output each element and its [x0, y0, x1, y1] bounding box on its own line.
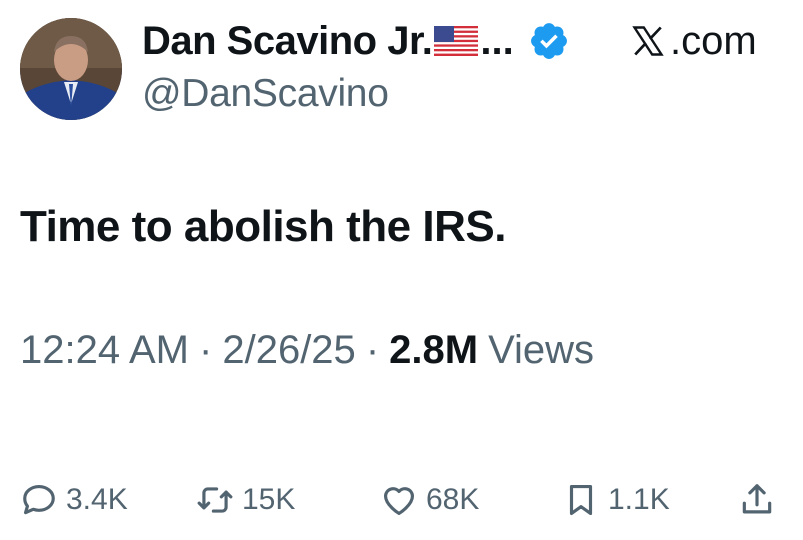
like-button[interactable]: 68K [380, 474, 479, 526]
x-brand: .com [630, 14, 757, 68]
tweet-date[interactable]: 2/26/25 [222, 328, 355, 373]
action-bar: 3.4K 15K 68K 1.1K [0, 474, 803, 526]
brand-domain: .com [670, 18, 757, 63]
share-icon [742, 484, 772, 514]
like-count: 68K [426, 483, 480, 516]
repost-icon [197, 487, 233, 513]
avatar-photo [20, 18, 122, 120]
avatar[interactable] [20, 18, 122, 120]
verified-badge-icon[interactable] [528, 20, 570, 62]
meta-separator: · [199, 328, 213, 372]
share-button[interactable] [738, 474, 784, 526]
views-count: 2.8M [389, 328, 479, 372]
display-name[interactable]: Dan Scavino Jr. [142, 19, 433, 64]
author-handle[interactable]: @DanScavino [142, 72, 389, 116]
views-label: Views [488, 328, 595, 372]
reply-button[interactable]: 3.4K [20, 474, 128, 526]
bookmark-icon [569, 484, 593, 516]
author-name-row[interactable]: Dan Scavino Jr. ... [142, 14, 570, 68]
tweet-text: Time to abolish the IRS. [20, 202, 506, 251]
repost-count: 15K [242, 483, 296, 516]
bookmark-count: 1.1K [608, 483, 670, 516]
tweet-meta: 12:24 AM · 2/26/25 · 2.8M Views [20, 328, 594, 373]
meta-separator: · [365, 328, 380, 372]
reply-count: 3.4K [66, 483, 128, 516]
heart-icon [383, 487, 415, 516]
reply-icon [23, 484, 55, 515]
us-flag-icon [434, 26, 479, 56]
bookmark-button[interactable]: 1.1K [562, 474, 670, 526]
repost-button[interactable]: 15K [196, 474, 295, 526]
x-logo-icon [632, 26, 664, 56]
tweet-time[interactable]: 12:24 AM [20, 328, 189, 373]
name-truncation: ... [480, 18, 514, 63]
